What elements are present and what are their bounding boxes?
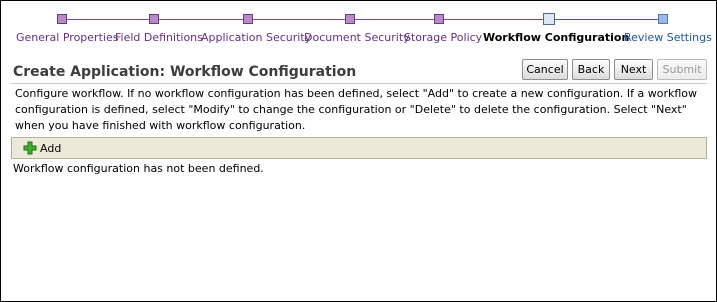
train-stop-workflow-configuration <box>543 13 555 25</box>
next-button[interactable]: Next <box>614 59 653 80</box>
submit-button: Submit <box>657 59 707 80</box>
wizard-buttons: Cancel Back Next Submit <box>522 59 707 80</box>
back-button[interactable]: Back <box>572 59 610 80</box>
plus-icon <box>23 141 37 155</box>
train-stop-general-properties[interactable] <box>57 14 67 24</box>
workflow-toolbar: Add <box>11 137 707 159</box>
train-connector <box>153 19 247 20</box>
train-link-general-properties[interactable]: General Properties <box>16 31 118 44</box>
train-connector <box>247 19 349 20</box>
train-stop-application-security[interactable] <box>243 14 253 24</box>
train-connector <box>548 19 662 20</box>
train-connector <box>438 19 548 20</box>
window-frame: General Properties Field Definitions App… <box>0 0 717 302</box>
add-button[interactable]: Add <box>23 141 61 155</box>
train-stop-document-security[interactable] <box>345 14 355 24</box>
page-title: Create Application: Workflow Configurati… <box>13 64 357 80</box>
train-label-workflow-configuration: Workflow Configuration <box>483 31 630 44</box>
title-divider <box>11 83 707 84</box>
train-stop-field-definitions[interactable] <box>149 14 159 24</box>
train-connector <box>349 19 438 20</box>
train-link-storage-policy[interactable]: Storage Policy <box>404 31 482 44</box>
add-button-label: Add <box>40 141 62 155</box>
train-link-review-settings[interactable]: Review Settings <box>624 31 712 44</box>
train-link-document-security[interactable]: Document Security <box>304 31 410 44</box>
train-link-application-security[interactable]: Application Security <box>201 31 311 44</box>
train-connector <box>61 19 153 20</box>
train-stop-storage-policy[interactable] <box>434 14 444 24</box>
empty-state-message: Workflow configuration has not been defi… <box>13 162 264 175</box>
instructions-text: Configure workflow. If no workflow confi… <box>15 87 698 132</box>
cancel-button[interactable]: Cancel <box>522 59 568 80</box>
wizard-train: General Properties Field Definitions App… <box>1 1 716 47</box>
train-stop-review-settings[interactable] <box>658 14 668 24</box>
train-link-field-definitions[interactable]: Field Definitions <box>115 31 203 44</box>
